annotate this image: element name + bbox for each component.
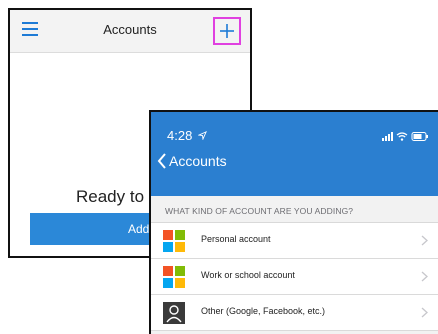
option-work-school-account[interactable]: Work or school account: [151, 259, 438, 295]
plus-icon: [220, 24, 234, 38]
back-button[interactable]: Accounts: [157, 152, 227, 172]
add-account-screen-front: 4:28 Accounts WHAT KIND OF ACCOUNT ARE Y…: [149, 110, 438, 334]
option-label: Other (Google, Facebook, etc.): [201, 306, 326, 316]
status-time: 4:28: [167, 128, 207, 143]
microsoft-logo-icon: [163, 266, 185, 288]
battery-icon: [411, 132, 428, 141]
nav-bar: 4:28 Accounts: [151, 112, 438, 196]
location-arrow-icon: [197, 131, 207, 141]
account-type-list: Personal account Work or school account: [151, 222, 438, 331]
person-icon: [163, 302, 185, 324]
back-button-label: Accounts: [169, 153, 227, 169]
option-label: Work or school account: [201, 270, 295, 280]
chevron-right-icon: [421, 307, 428, 318]
microsoft-logo-icon: [163, 230, 185, 252]
option-personal-account[interactable]: Personal account: [151, 223, 438, 259]
option-label: Personal account: [201, 234, 271, 244]
status-time-text: 4:28: [167, 128, 193, 143]
signal-icon: [382, 132, 393, 141]
status-icons: [382, 129, 430, 147]
chevron-right-icon: [421, 271, 428, 282]
chevron-right-icon: [421, 235, 428, 246]
accounts-header: Accounts: [10, 10, 250, 53]
wifi-icon: [396, 132, 408, 141]
chevron-left-icon: [157, 153, 166, 169]
section-heading: WHAT KIND OF ACCOUNT ARE YOU ADDING?: [165, 206, 354, 216]
add-account-plus-button[interactable]: [213, 17, 241, 45]
option-other-account[interactable]: Other (Google, Facebook, etc.): [151, 295, 438, 331]
